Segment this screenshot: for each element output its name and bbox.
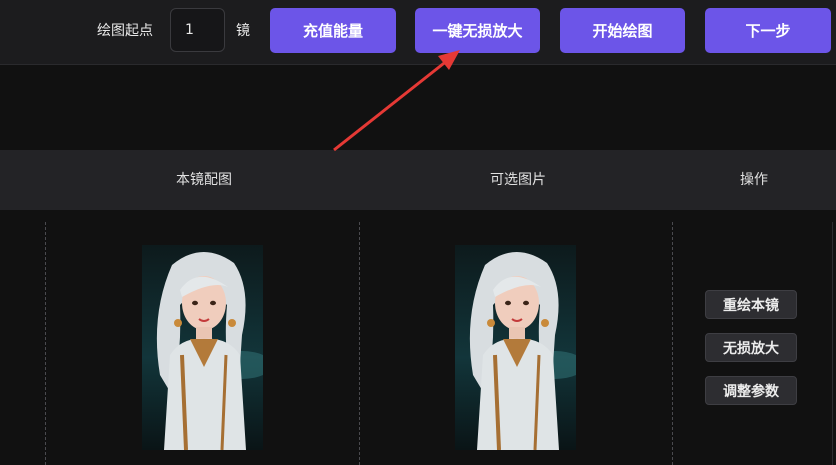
scene-image-thumbnail[interactable] bbox=[142, 245, 263, 450]
toolbar: 绘图起点 镜 充值能量 一键无损放大 开始绘图 下一步 bbox=[0, 0, 836, 65]
one-click-upscale-button[interactable]: 一键无损放大 bbox=[415, 8, 540, 53]
column-header-scene-image: 本镜配图 bbox=[176, 172, 232, 188]
table-header: 本镜配图 可选图片 操作 bbox=[0, 150, 836, 210]
adjust-parameters-button[interactable]: 调整参数 bbox=[705, 376, 797, 405]
column-divider bbox=[359, 222, 360, 465]
start-drawing-button[interactable]: 开始绘图 bbox=[560, 8, 685, 53]
column-divider bbox=[672, 222, 673, 465]
start-point-input[interactable] bbox=[170, 8, 225, 52]
table-edge bbox=[832, 222, 833, 465]
column-header-actions: 操作 bbox=[740, 172, 768, 188]
lossless-upscale-button[interactable]: 无损放大 bbox=[705, 333, 797, 362]
unit-label: 镜 bbox=[236, 23, 250, 39]
column-header-optional-images: 可选图片 bbox=[490, 172, 546, 188]
redraw-scene-button[interactable]: 重绘本镜 bbox=[705, 290, 797, 319]
recharge-energy-button[interactable]: 充值能量 bbox=[270, 8, 396, 53]
start-point-label: 绘图起点 bbox=[97, 23, 153, 39]
column-divider bbox=[45, 222, 46, 465]
optional-image-thumbnail[interactable] bbox=[455, 245, 576, 450]
next-step-button[interactable]: 下一步 bbox=[705, 8, 831, 53]
